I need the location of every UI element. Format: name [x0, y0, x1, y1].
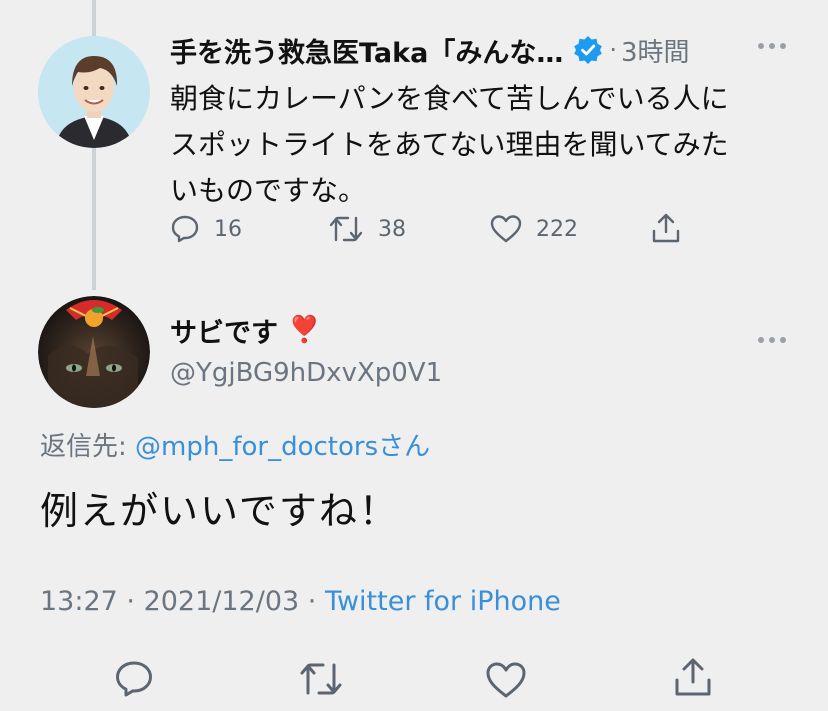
- separator-dot: ·: [609, 36, 617, 64]
- retweet-icon: [329, 216, 363, 242]
- verified-badge-icon: [573, 35, 603, 65]
- share-icon: [652, 213, 680, 243]
- heart-icon: [490, 215, 522, 243]
- retweet-action-button[interactable]: [298, 660, 344, 702]
- more-dots-icon[interactable]: [757, 33, 787, 58]
- reply-button[interactable]: 16: [170, 214, 242, 244]
- reply-author-header: サビです ❣️: [170, 310, 320, 350]
- tweet-text-line: 朝食にカレーパンを食べて苦しんでいる人に: [170, 82, 729, 115]
- replying-to-label: 返信先:: [40, 432, 136, 462]
- meta-separator: ·: [117, 586, 144, 617]
- replying-to-suffix: さん: [378, 432, 431, 462]
- cat-avatar-icon: [38, 296, 150, 408]
- reply-text: 例えがいいですね！: [40, 489, 399, 533]
- reply-count: 16: [214, 216, 242, 242]
- meta-separator: ·: [299, 586, 325, 617]
- retweet-icon: [300, 663, 342, 695]
- author-name[interactable]: 手を洗う救急医Taka「みんな…: [170, 31, 563, 70]
- reply-author-name[interactable]: サビです: [170, 311, 278, 350]
- tweet-timestamp[interactable]: 13:27: [40, 586, 118, 617]
- person-avatar-icon: [38, 36, 150, 148]
- author-avatar[interactable]: [38, 36, 150, 148]
- tweet-time[interactable]: 3時間: [621, 32, 690, 69]
- reply-icon: [171, 215, 199, 243]
- reply-icon: [116, 661, 152, 697]
- heart-exclamation-emoji: ❣️: [288, 315, 321, 345]
- share-icon: [675, 658, 711, 696]
- replying-to: 返信先: @mph_for_doctorsさん: [40, 426, 430, 463]
- tweet-source[interactable]: Twitter for iPhone: [325, 586, 561, 617]
- share-action-button[interactable]: [672, 656, 714, 702]
- tweet-text-line: スポットライトをあてない理由を聞いてみた: [170, 128, 729, 161]
- like-action-button[interactable]: [485, 661, 527, 703]
- tweet-text-line: いものですな。: [170, 174, 367, 207]
- retweet-count: 38: [378, 216, 406, 242]
- reply-author-handle[interactable]: @YgjBG9hDxvXp0V1: [170, 358, 442, 388]
- share-button[interactable]: [650, 212, 682, 244]
- author-header: 手を洗う救急医Taka「みんな… · 3時間: [170, 30, 690, 70]
- heart-icon: [486, 662, 526, 698]
- like-button[interactable]: 222: [490, 214, 578, 244]
- like-count: 222: [536, 216, 578, 242]
- replying-to-handle[interactable]: @mph_for_doctors: [135, 432, 378, 462]
- tweet-date[interactable]: 2021/12/03: [144, 586, 300, 617]
- tweet-meta: 13:27 · 2021/12/03 · Twitter for iPhone: [40, 586, 561, 617]
- more-dots-icon[interactable]: [757, 327, 787, 352]
- reply-author-avatar[interactable]: [38, 296, 150, 408]
- retweet-button[interactable]: 38: [328, 214, 406, 244]
- tweet-text: 朝食にカレーパンを食べて苦しんでいる人に スポットライトをあてない理由を聞いてみ…: [170, 76, 810, 214]
- reply-action-button[interactable]: [114, 660, 154, 702]
